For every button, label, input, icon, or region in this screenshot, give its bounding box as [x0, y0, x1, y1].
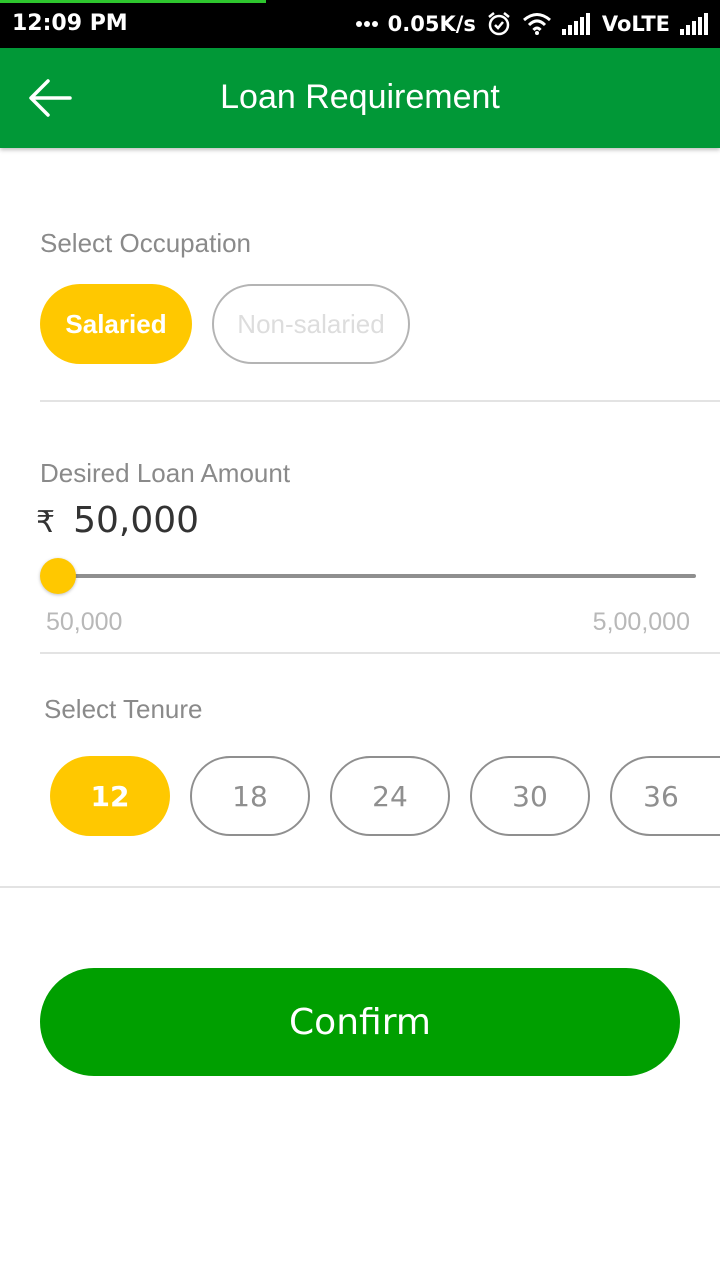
signal-icon — [680, 13, 710, 35]
occupation-label: Select Occupation — [40, 228, 252, 258]
network-speed: 0.05K/s — [387, 12, 476, 36]
occupation-option-non-salaried[interactable]: Non-salaried — [212, 284, 410, 364]
alarm-icon — [486, 11, 512, 37]
tenure-label: Select Tenure — [44, 694, 203, 724]
rupee-icon: ₹ — [36, 505, 56, 540]
status-bar: 12:09 PM 0.05K/s VoLTE — [0, 0, 720, 48]
network-type: VoLTE — [601, 12, 670, 36]
loan-requirement-screen: 12:09 PM 0.05K/s VoLTE Loan Requirement … — [0, 0, 720, 1280]
status-time: 12:09 PM — [12, 11, 128, 36]
tenure-option-18[interactable]: 18 — [190, 756, 310, 836]
loan-amount-value: 50,000 — [73, 500, 200, 541]
divider — [40, 652, 720, 654]
slider-max-label: 5,00,000 — [592, 608, 690, 636]
tenure-option-36[interactable]: 36 — [610, 756, 720, 836]
loan-amount-label: Desired Loan Amount — [40, 458, 291, 488]
tenure-option-24[interactable]: 24 — [330, 756, 450, 836]
divider — [40, 400, 720, 402]
app-bar: Loan Requirement — [0, 48, 720, 148]
status-indicators: 0.05K/s VoLTE — [355, 9, 710, 39]
loan-amount-display: ₹ 50,000 — [36, 500, 199, 541]
dots-icon — [355, 20, 378, 28]
wifi-icon — [522, 12, 552, 36]
page-title: Loan Requirement — [220, 78, 500, 116]
divider — [0, 886, 720, 888]
signal-icon — [561, 13, 592, 35]
tenure-option-30[interactable]: 30 — [470, 756, 590, 836]
tenure-option-12[interactable]: 12 — [50, 756, 170, 836]
status-progress-bar — [0, 0, 266, 3]
occupation-option-salaried[interactable]: Salaried — [40, 284, 192, 364]
slider-min-label: 50,000 — [46, 608, 123, 636]
loan-amount-slider-track[interactable] — [58, 574, 696, 578]
loan-amount-slider-thumb[interactable] — [40, 558, 76, 594]
confirm-button[interactable]: Confirm — [40, 968, 680, 1076]
